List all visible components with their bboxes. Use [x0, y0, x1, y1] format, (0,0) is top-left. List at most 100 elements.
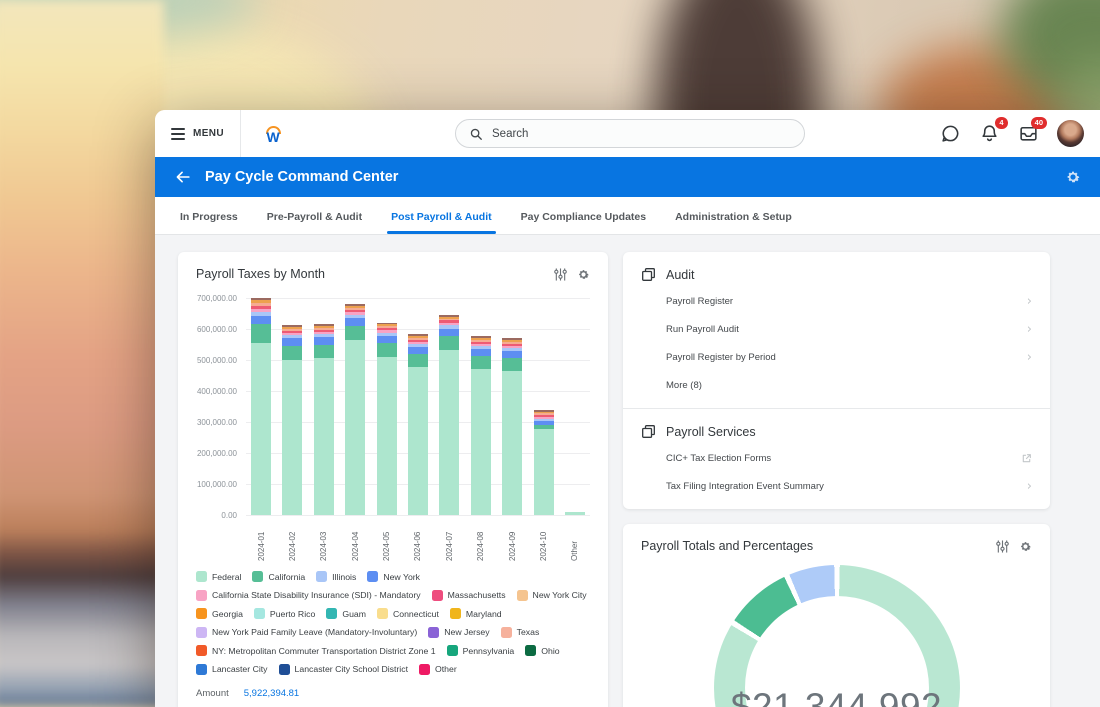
legend-swatch — [517, 590, 528, 601]
legend-item-federal[interactable]: Federal — [196, 571, 241, 582]
legend-item-california-state-disability-insurance-sdi-mandatory[interactable]: California State Disability Insurance (S… — [196, 590, 421, 601]
bar-segment-federal — [314, 358, 334, 515]
tab-pre-payroll-audit[interactable]: Pre-Payroll & Audit — [266, 211, 363, 234]
bar-2024-08[interactable] — [471, 298, 491, 515]
bar-2024-10[interactable] — [534, 298, 554, 515]
legend-row: New York Paid Family Leave (Mandatory-In… — [196, 627, 590, 638]
legend-item-lancaster-city[interactable]: Lancaster City — [196, 664, 268, 675]
legend-item-massachusetts[interactable]: Massachusetts — [432, 590, 506, 601]
legend-item-pennsylvania[interactable]: Pennsylvania — [447, 645, 515, 656]
amount-value-link[interactable]: 5,922,394.81 — [244, 688, 299, 699]
legend-item-puerto-rico[interactable]: Puerto Rico — [254, 608, 315, 619]
menu-item-cic-tax-election-forms[interactable]: CIC+ Tax Election Forms — [641, 444, 1032, 472]
back-arrow-icon[interactable] — [174, 168, 192, 186]
bar-segment-federal — [439, 350, 459, 515]
bar-segment-california — [471, 356, 491, 369]
x-tick-label: 2024-01 — [257, 520, 266, 561]
chat-icon[interactable] — [940, 123, 961, 144]
y-tick-label: 400,000.00 — [197, 387, 237, 396]
legend-label: New York Paid Family Leave (Mandatory-In… — [212, 627, 417, 637]
legend-item-lancaster-city-school-district[interactable]: Lancaster City School District — [279, 664, 408, 675]
bar-segment-california — [408, 354, 428, 367]
header-gear-icon[interactable] — [1065, 169, 1081, 185]
legend-item-new-york-paid-family-leave-mandatory-involuntary[interactable]: New York Paid Family Leave (Mandatory-In… — [196, 627, 417, 638]
menu-button[interactable]: MENU — [165, 110, 241, 157]
menu-item-label: Payroll Register — [666, 296, 733, 307]
bar-segment-california — [251, 324, 271, 342]
chevron-right-icon: › — [1027, 353, 1032, 362]
payroll-totals-title: Payroll Totals and Percentages — [641, 539, 813, 553]
menu-item-run-payroll-audit[interactable]: Run Payroll Audit› — [641, 315, 1032, 343]
bar-2024-07[interactable] — [439, 298, 459, 515]
inbox-tray-icon[interactable]: 40 — [1018, 123, 1039, 144]
tab-administration-setup[interactable]: Administration & Setup — [674, 211, 793, 234]
workday-logo[interactable]: W — [261, 126, 285, 142]
legend-item-new-york-city[interactable]: New York City — [517, 590, 587, 601]
legend-item-california[interactable]: California — [252, 571, 305, 582]
chart-settings-gear-icon[interactable] — [1019, 540, 1032, 553]
tab-post-payroll-audit[interactable]: Post Payroll & Audit — [390, 211, 493, 234]
x-tick: 2024-08 — [471, 515, 491, 561]
menu-item-payroll-register-by-period[interactable]: Payroll Register by Period › — [641, 343, 1032, 371]
notifications-bell-icon[interactable]: 4 — [979, 123, 1000, 144]
legend-item-other[interactable]: Other — [419, 664, 457, 675]
menu-item-more-8[interactable]: More (8) — [641, 371, 1032, 399]
bar-2024-01[interactable] — [251, 298, 271, 515]
x-axis: 2024-012024-022024-032024-042024-052024-… — [246, 515, 590, 561]
wallpaper-sunset-strip — [0, 0, 164, 707]
notifications-badge: 4 — [995, 117, 1008, 129]
bar-2024-03[interactable] — [314, 298, 334, 515]
tab-pay-compliance-updates[interactable]: Pay Compliance Updates — [520, 211, 647, 234]
bar-2024-04[interactable] — [345, 298, 365, 515]
legend-item-new-york[interactable]: New York — [367, 571, 420, 582]
x-tick: 2024-03 — [314, 515, 334, 561]
menu-item-label: CIC+ Tax Election Forms — [666, 453, 771, 464]
legend-item-ny-metropolitan-commuter-transportation-district-zone-1[interactable]: NY: Metropolitan Commuter Transportation… — [196, 645, 436, 656]
x-tick-label: 2024-02 — [288, 520, 297, 561]
legend-item-connecticut[interactable]: Connecticut — [377, 608, 439, 619]
legend-item-illinois[interactable]: Illinois — [316, 571, 356, 582]
page-title: Pay Cycle Command Center — [205, 169, 398, 185]
legend-item-guam[interactable]: Guam — [326, 608, 366, 619]
search-bar[interactable] — [455, 119, 805, 148]
bar-segment-california — [282, 346, 302, 360]
chart-filter-sliders-icon[interactable] — [996, 540, 1009, 553]
inbox-badge: 40 — [1031, 117, 1047, 129]
y-tick-label: 300,000.00 — [197, 418, 237, 427]
audit-section: Audit Payroll Register›Run Payroll Audit… — [623, 252, 1050, 408]
user-avatar[interactable] — [1057, 120, 1084, 147]
menu-item-payroll-register[interactable]: Payroll Register› — [641, 287, 1032, 315]
bar-segment-new-york — [377, 336, 397, 343]
y-tick-label: 600,000.00 — [197, 325, 237, 334]
legend-swatch — [419, 664, 430, 675]
chart-settings-gear-icon[interactable] — [577, 268, 590, 281]
payroll-taxes-card-icons — [554, 268, 590, 281]
legend-item-new-jersey[interactable]: New Jersey — [428, 627, 489, 638]
menu-item-tax-filing-integration-event-summary[interactable]: Tax Filing Integration Event Summary› — [641, 472, 1032, 500]
tab-in-progress[interactable]: In Progress — [179, 211, 239, 234]
menu-item-label: Payroll Register by Period — [666, 352, 776, 363]
chart-filter-sliders-icon[interactable] — [554, 268, 567, 281]
legend-item-texas[interactable]: Texas — [501, 627, 540, 638]
workday-logo-letter: W — [261, 132, 285, 142]
legend-item-ohio[interactable]: Ohio — [525, 645, 559, 656]
bar-2024-06[interactable] — [408, 298, 428, 515]
bar-2024-02[interactable] — [282, 298, 302, 515]
menu-item-label: Run Payroll Audit — [666, 324, 739, 335]
bar-other[interactable] — [565, 298, 585, 515]
payroll-totals-card-icons — [996, 540, 1032, 553]
bar-2024-05[interactable] — [377, 298, 397, 515]
external-link-icon — [1021, 453, 1032, 464]
bar-2024-09[interactable] — [502, 298, 522, 515]
legend-item-georgia[interactable]: Georgia — [196, 608, 243, 619]
bar-segment-federal — [565, 512, 585, 515]
legend-item-maryland[interactable]: Maryland — [450, 608, 502, 619]
search-input[interactable] — [492, 128, 791, 140]
page-content: Payroll Taxes by Month 700,000.00600,000… — [155, 235, 1100, 707]
services-items: CIC+ Tax Election Forms Tax Filing Integr… — [641, 444, 1032, 500]
payroll-totals-card-header: Payroll Totals and Percentages — [641, 539, 1032, 553]
x-tick-label: 2024-08 — [476, 520, 485, 561]
tab-bar: In Progress Pre-Payroll & Audit Post Payro… — [155, 197, 1100, 235]
x-tick-label: 2024-05 — [382, 520, 391, 561]
x-tick: 2024-01 — [251, 515, 271, 561]
